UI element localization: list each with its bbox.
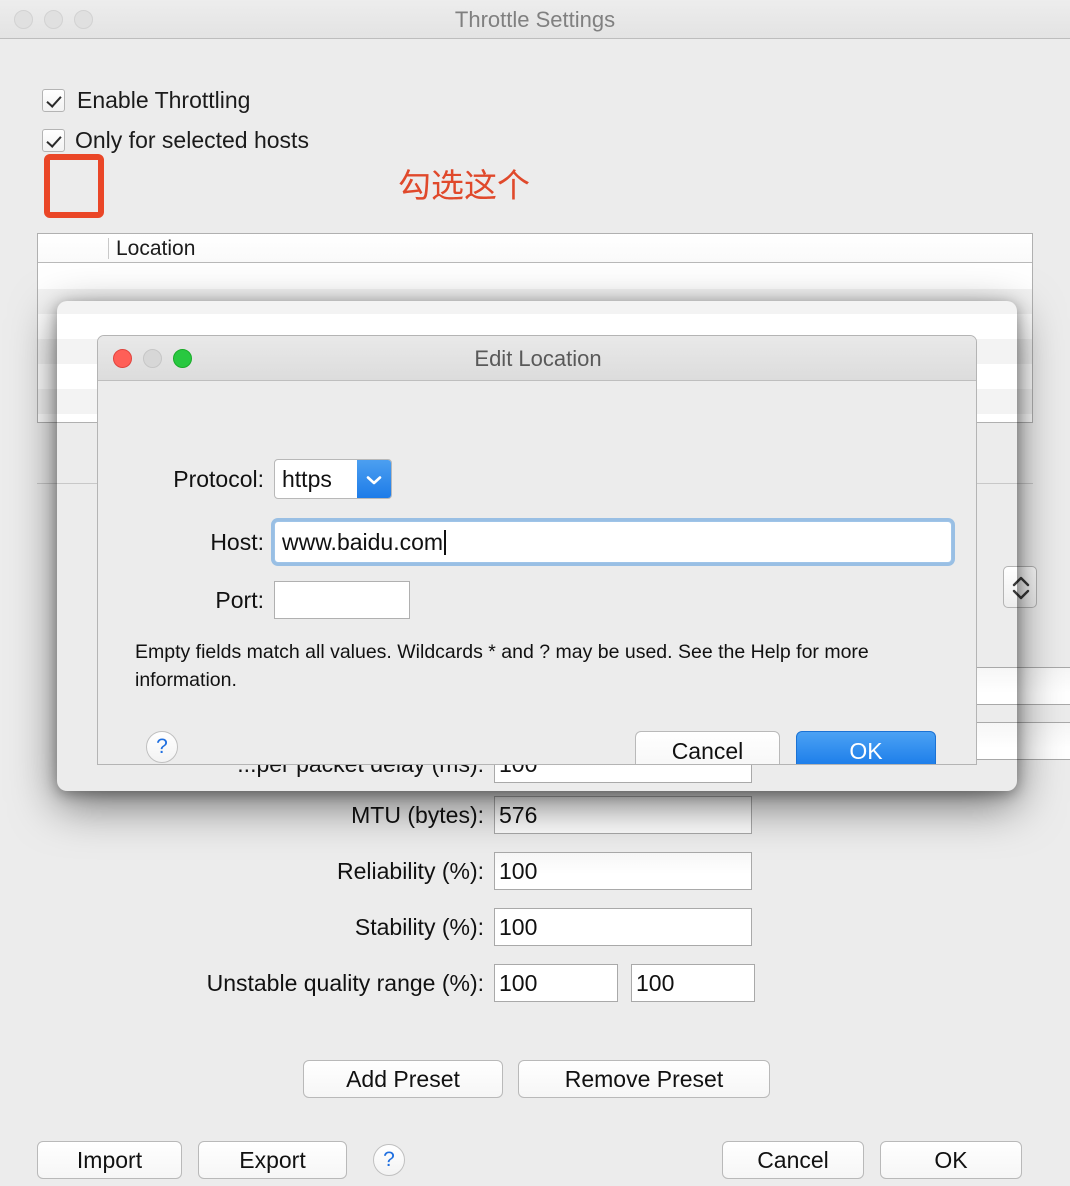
- reliability-label: Reliability (%):: [337, 857, 484, 884]
- dialog-ok-button[interactable]: OK: [796, 731, 936, 764]
- window-title: Throttle Settings: [454, 7, 616, 32]
- enable-throttling-label: Enable Throttling: [77, 87, 251, 113]
- dialog-title: Edit Location: [474, 346, 602, 371]
- protocol-select[interactable]: https: [274, 459, 392, 499]
- reliability-input[interactable]: 100: [494, 852, 752, 890]
- protocol-selected-value: https: [282, 465, 332, 492]
- add-preset-button[interactable]: Add Preset: [303, 1060, 503, 1098]
- window-titlebar: Throttle Settings: [0, 0, 1070, 39]
- offscreen-field-2[interactable]: [975, 722, 1070, 760]
- enable-throttling-row[interactable]: Enable Throttling: [42, 87, 250, 114]
- remove-preset-button[interactable]: Remove Preset: [518, 1060, 770, 1098]
- host-row: Host: www.baidu.com: [136, 521, 952, 563]
- mtu-row: MTU (bytes): 576: [144, 796, 752, 834]
- mtu-input[interactable]: 576: [494, 796, 752, 834]
- reliability-row: Reliability (%): 100: [144, 852, 752, 890]
- port-label: Port:: [215, 586, 264, 613]
- dialog-note: Empty fields match all values. Wildcards…: [135, 641, 869, 691]
- dialog-body: Protocol: https Host: www.baidu.com Port…: [98, 381, 976, 764]
- unstable-quality-range-row: Unstable quality range (%): 100 100: [144, 964, 755, 1002]
- dialog-cancel-button[interactable]: Cancel: [635, 731, 780, 764]
- dialog-titlebar: Edit Location: [98, 336, 976, 381]
- enable-throttling-checkbox[interactable]: [42, 89, 65, 112]
- edit-location-dialog: Edit Location Protocol: https Host: www.: [97, 335, 977, 765]
- column-header-location[interactable]: Location: [116, 234, 195, 263]
- unstable-quality-min-input[interactable]: 100: [494, 964, 618, 1002]
- host-label: Host:: [210, 528, 264, 555]
- text-caret: [444, 529, 446, 555]
- only-selected-hosts-checkbox[interactable]: [42, 129, 65, 152]
- import-button[interactable]: Import: [37, 1141, 182, 1179]
- stability-row: Stability (%): 100: [144, 908, 752, 946]
- protocol-row: Protocol: https: [136, 459, 392, 499]
- host-input[interactable]: www.baidu.com: [274, 521, 952, 563]
- cancel-button[interactable]: Cancel: [722, 1141, 864, 1179]
- stepper-arrows-icon: [1012, 576, 1030, 600]
- only-selected-hosts-label: Only for selected hosts: [75, 127, 309, 153]
- port-input[interactable]: [274, 581, 410, 619]
- annotation-text: 勾选这个: [398, 166, 530, 205]
- host-input-value: www.baidu.com: [282, 528, 444, 555]
- unstable-quality-max-input[interactable]: 100: [631, 964, 755, 1002]
- annotation-highlight-box: [44, 154, 104, 218]
- table-row[interactable]: [38, 289, 1032, 314]
- offscreen-field-1[interactable]: [975, 667, 1070, 705]
- throttle-settings-window: Throttle Settings Enable Throttling Only…: [0, 0, 1070, 1186]
- locations-table-header: Location: [38, 234, 1032, 263]
- ok-button[interactable]: OK: [880, 1141, 1022, 1179]
- value-stepper[interactable]: [1003, 566, 1037, 608]
- column-separator[interactable]: [108, 238, 109, 259]
- protocol-label: Protocol:: [173, 465, 264, 492]
- dialog-help-icon[interactable]: ?: [146, 731, 178, 763]
- only-selected-hosts-row[interactable]: Only for selected hosts: [42, 127, 309, 154]
- help-icon[interactable]: ?: [373, 1144, 405, 1176]
- port-row: Port:: [136, 581, 410, 619]
- chevron-down-icon[interactable]: [357, 460, 391, 498]
- table-row[interactable]: [38, 264, 1032, 289]
- stability-label: Stability (%):: [354, 913, 484, 940]
- mtu-label: MTU (bytes):: [351, 801, 484, 828]
- unstable-quality-range-label: Unstable quality range (%):: [206, 969, 484, 996]
- stability-input[interactable]: 100: [494, 908, 752, 946]
- export-button[interactable]: Export: [198, 1141, 347, 1179]
